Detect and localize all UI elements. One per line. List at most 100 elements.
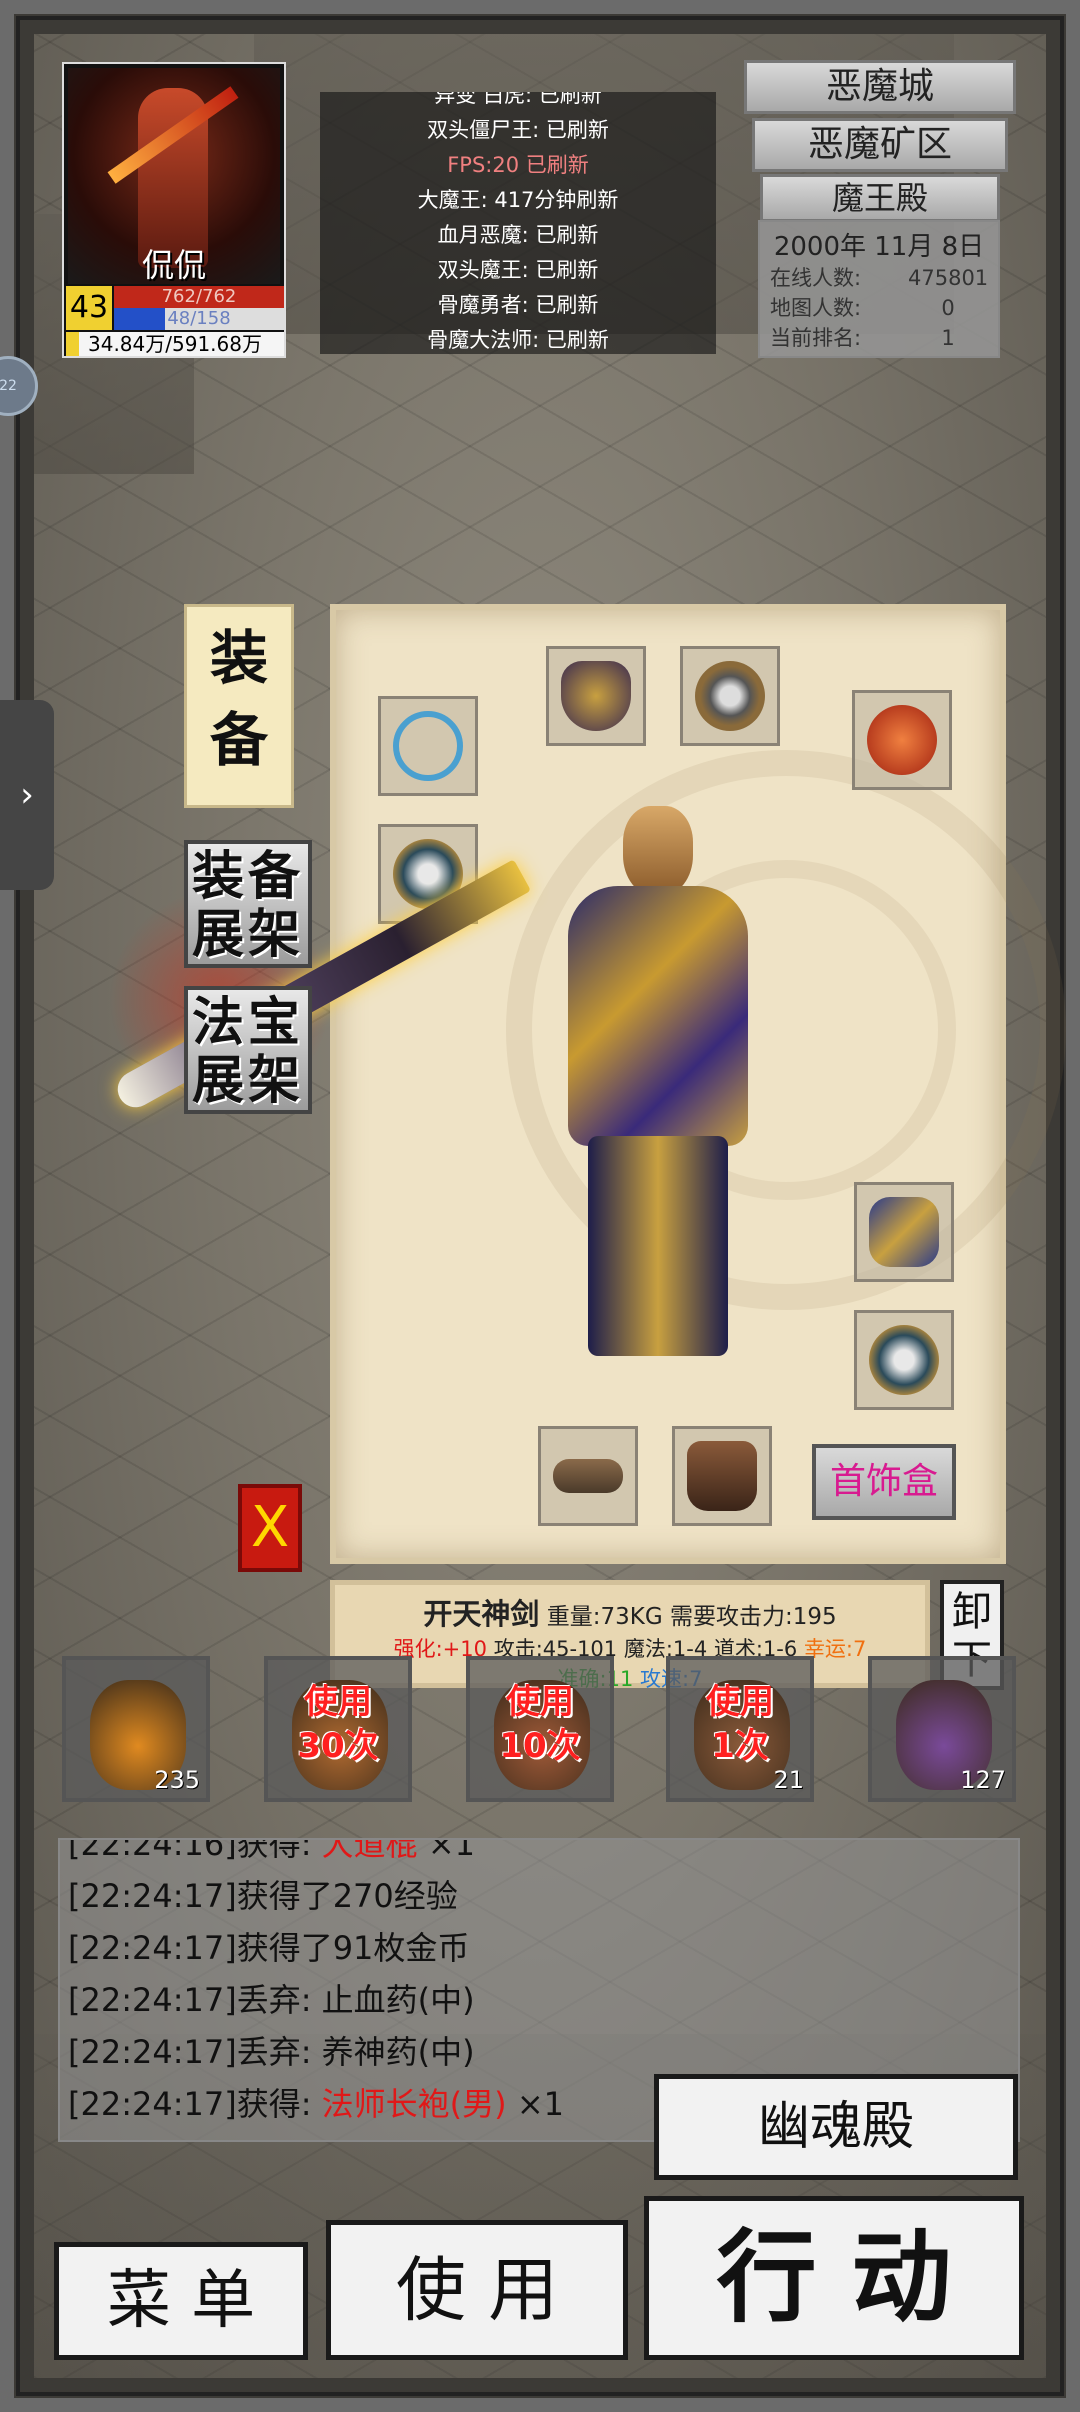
city-label[interactable]: 恶魔城 [744,60,1016,114]
map-count-label: 地图人数: [770,296,862,320]
boss-row: 骨魔勇者: 已刷新 [437,293,599,317]
unequip-char: 卸 [952,1589,992,1635]
player-portrait[interactable]: 侃侃 43 762/762 48/158 34.84万/591.68万 [62,62,286,358]
slot-count: 127 [960,1766,1006,1794]
game-date: 2000年 11月 8日 [773,232,985,262]
online-value: 475801 [908,266,989,290]
player-level: 43 [66,286,112,330]
necklace-icon [695,661,765,731]
helmet-slot[interactable] [546,646,646,746]
use-button[interactable]: 使 用 [326,2220,628,2360]
equipment-tab-char: 装 [209,624,268,692]
character-armor [568,886,748,1146]
boss-row: 骨魔大法师: 已刷新 [427,328,609,352]
bracelet-slot-right[interactable] [854,1182,954,1282]
quick-slot-4[interactable]: 使用 1次 21 [666,1656,814,1802]
exp-text: 34.84万/591.68万 [88,332,262,356]
boss-row: 双头僵尸王: 已刷新 [427,118,609,142]
log-time: [22:24:17] [68,2033,237,2071]
log-suffix: ×1 [417,1838,476,1863]
hp-text: 762/762 [161,286,237,307]
log-time: [22:24:17] [68,1877,237,1915]
log-time: [22:24:17] [68,1929,237,1967]
jewelry-box-button[interactable]: 首饰盒 [812,1444,956,1520]
rack-label-line2: 展架 [191,1051,304,1111]
quick-slot-3[interactable]: 使用 10次 [466,1656,614,1802]
exp-bar: 34.84万/591.68万 [66,332,284,356]
quick-slot-5[interactable]: 127 [868,1656,1016,1802]
equipment-rack-button[interactable]: 装备 展架 [184,840,312,968]
slot-count: 235 [154,1766,200,1794]
hall-label[interactable]: 魔王殿 [760,174,1000,222]
item-info-box: 开天神剑 重量:73KG 需要攻击力:195 强化:+10 攻击:45-101 … [330,1580,930,1691]
boots-slot[interactable] [672,1426,772,1526]
ring-slot-right[interactable] [854,1310,954,1410]
server-info: 2000年 11月 8日 在线人数: 475801 地图人数: 0 当前排名: 1 [758,220,1000,358]
log-text: 获得了270经验 [236,1877,458,1915]
log-time: [22:24:17] [68,1981,237,2019]
medal-icon [867,705,937,775]
hp-bar: 762/762 [114,286,284,308]
slot-count: 21 [773,1766,804,1794]
map-count-value: 0 [941,296,955,320]
ring-icon [869,1325,939,1395]
log-text: 获得: [236,2085,322,2123]
helmet-icon [561,661,631,731]
character-head [623,806,693,896]
boss-refresh-list[interactable]: 异变 白虎: 已刷新 双头僵尸王: 已刷新 FPS:20 已刷新 大魔王: 41… [320,92,716,354]
quick-slot-2[interactable]: 使用 30次 [264,1656,412,1802]
character-model [528,806,788,1366]
player-name: 侃侃 [141,246,206,284]
equipment-tab-char: 备 [209,706,268,774]
boots-icon [687,1441,757,1511]
medal-slot[interactable] [852,690,952,790]
slot-use-count: 使用 10次 [499,1682,581,1766]
log-line: [22:24:17]丢弃: 养神药(中) [68,2026,1018,2078]
log-text: 获得: [236,1838,322,1863]
place-button[interactable]: 幽魂殿 [654,2074,1018,2180]
item-name: 开天神剑 [423,1597,540,1631]
log-line: [22:24:17]丢弃: 止血药(中) [68,1974,1018,2026]
log-text: 丢弃: 养神药(中) [236,2033,475,2071]
item-weight: 重量:73KG 需要攻击力:195 [539,1604,837,1630]
boss-row: 血月恶魔: 已刷新 [437,223,599,247]
log-text: 丢弃: 止血药(中) [236,1981,475,2019]
log-item: 大道棍 [321,1838,418,1863]
log-text: 获得了91枚金币 [236,1929,470,1967]
mp-bar: 48/158 [114,308,284,330]
side-drawer-toggle[interactable]: › [0,700,54,890]
log-line: [22:24:16]获得: 大道棍 ×1 [68,1838,1018,1870]
menu-button[interactable]: 菜 单 [54,2242,308,2360]
action-button[interactable]: 行 动 [644,2196,1024,2360]
slot-use-count: 使用 1次 [706,1682,774,1766]
area-label[interactable]: 恶魔矿区 [752,118,1008,172]
log-time: [22:24:17] [68,2085,237,2123]
close-button[interactable]: X [238,1484,302,1572]
slot-use-count: 使用 30次 [297,1682,379,1766]
log-line: [22:24:17]获得了91枚金币 [68,1922,1018,1974]
belt-slot[interactable] [538,1426,638,1526]
character-legs [588,1136,728,1356]
belt-icon [553,1459,623,1493]
rack-label-line1: 法宝 [191,993,304,1053]
artifact-rack-button[interactable]: 法宝 展架 [184,986,312,1114]
boss-row: FPS:20 已刷新 [447,153,589,177]
necklace-slot[interactable] [680,646,780,746]
boss-row: 异变 白虎: 已刷新 [434,92,602,107]
log-suffix: ×1 [506,2085,564,2123]
mp-text: 48/158 [167,308,231,329]
bracelet-slot-left[interactable] [378,696,478,796]
mp-fill [114,308,165,330]
bracelet-icon [869,1197,939,1267]
boss-row: 双头魔王: 已刷新 [437,258,599,282]
log-time: [22:24:16] [68,1838,237,1863]
log-item: 法师长袍(男) [321,2085,507,2123]
quick-slot-1[interactable]: 235 [62,1656,210,1802]
rack-label-line1: 装备 [191,847,304,907]
exp-fill [66,332,80,356]
online-label: 在线人数: [770,266,862,290]
rank-label: 当前排名: [770,326,862,350]
bracelet-icon [393,711,463,781]
rack-label-line2: 展架 [191,905,304,965]
equipment-tab[interactable]: 装 备 [184,604,294,808]
